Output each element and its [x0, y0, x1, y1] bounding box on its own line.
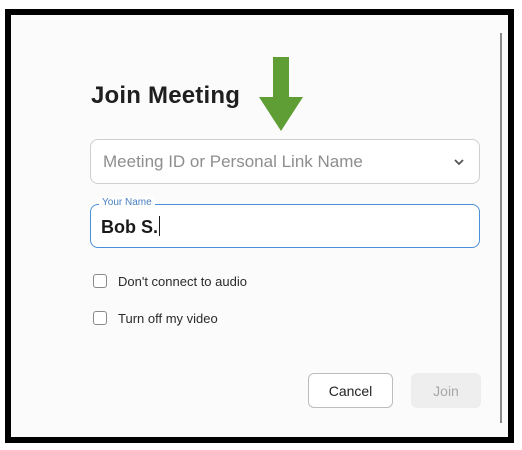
window-edge	[500, 33, 502, 423]
chevron-down-icon[interactable]	[453, 157, 465, 167]
join-meeting-dialog: Join Meeting Meeting ID or Personal Link…	[11, 15, 508, 437]
down-arrow-icon	[259, 57, 303, 131]
dont-connect-audio-label: Don't connect to audio	[118, 273, 247, 289]
turn-off-video-label: Turn off my video	[118, 310, 218, 326]
meeting-id-dropdown[interactable]: Meeting ID or Personal Link Name	[90, 139, 480, 184]
turn-off-video-checkbox[interactable]	[93, 311, 107, 325]
dont-connect-audio-option[interactable]: Don't connect to audio	[93, 272, 247, 290]
dialog-title: Join Meeting	[91, 82, 241, 109]
screenshot-frame: Join Meeting Meeting ID or Personal Link…	[5, 9, 514, 443]
dont-connect-audio-checkbox[interactable]	[93, 274, 107, 288]
meeting-id-placeholder: Meeting ID or Personal Link Name	[103, 152, 363, 171]
your-name-label: Your Name	[99, 197, 155, 208]
your-name-field[interactable]: Your Name Bob S.	[90, 197, 480, 248]
text-caret	[159, 216, 160, 236]
join-button[interactable]: Join	[411, 373, 481, 408]
cancel-button[interactable]: Cancel	[308, 373, 393, 408]
turn-off-video-option[interactable]: Turn off my video	[93, 309, 218, 327]
your-name-value: Bob S.	[101, 217, 158, 237]
